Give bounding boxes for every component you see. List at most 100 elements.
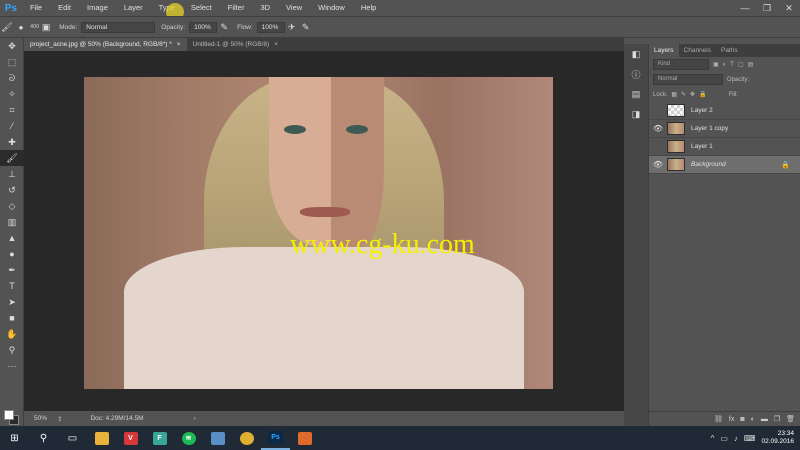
path-select-tool-icon[interactable]: ➤ xyxy=(0,294,24,310)
zoom-level[interactable]: 50% xyxy=(34,415,47,422)
export-icon[interactable]: ⇪ xyxy=(57,415,62,423)
brush-tool-icon[interactable]: 🖌 xyxy=(0,150,24,166)
tab-layers[interactable]: Layers xyxy=(649,44,679,57)
status-menu-chevron-icon[interactable]: › xyxy=(194,415,196,422)
app-orange-icon[interactable] xyxy=(290,426,319,450)
adjustments-panel-icon[interactable]: ▤ xyxy=(624,84,648,104)
network-icon[interactable]: ▭ xyxy=(720,434,728,443)
lasso-tool-icon[interactable]: ᘐ xyxy=(0,70,24,86)
eye-icon[interactable]: 👁 xyxy=(649,124,667,133)
healing-brush-tool-icon[interactable]: ✚ xyxy=(0,134,24,150)
tab-close-icon[interactable]: × xyxy=(274,38,278,51)
menu-3d[interactable]: 3D xyxy=(252,0,278,16)
adjustment-layer-icon[interactable]: ◐ xyxy=(751,416,755,423)
dodge-tool-icon[interactable]: ● xyxy=(0,246,24,262)
brush-preview-icon[interactable]: ● xyxy=(14,20,28,34)
search-icon[interactable]: ⚲ xyxy=(29,426,58,450)
menu-window[interactable]: Window xyxy=(310,0,353,16)
blur-tool-icon[interactable]: ▲ xyxy=(0,230,24,246)
photoshop-task-icon[interactable]: Ps xyxy=(261,426,290,450)
spotify-icon[interactable]: ≋ xyxy=(174,426,203,450)
clock[interactable]: 23:34 02.09.2016 xyxy=(761,430,794,446)
menu-layer[interactable]: Layer xyxy=(116,0,151,16)
brush-tool-preset-icon[interactable]: 🖌 xyxy=(0,20,14,34)
filter-smart-icon[interactable]: ▤ xyxy=(748,61,754,68)
eraser-tool-icon[interactable]: ◇ xyxy=(0,198,24,214)
tab-untitled-1[interactable]: Untitled-1 @ 50% (RGB/8) × xyxy=(187,38,284,51)
layer-row[interactable]: 👁 Layer 1 copy xyxy=(649,120,800,138)
clone-stamp-tool-icon[interactable]: ⊥ xyxy=(0,166,24,182)
rectangle-tool-icon[interactable]: ■ xyxy=(0,310,24,326)
properties-panel-icon[interactable]: ⓘ xyxy=(624,64,648,84)
lock-pixels-icon[interactable]: ▦ xyxy=(671,91,677,98)
menu-file[interactable]: File xyxy=(22,0,50,16)
layer-name[interactable]: Layer 2 xyxy=(691,107,713,114)
new-group-icon[interactable]: ▬ xyxy=(761,416,768,423)
crop-tool-icon[interactable]: ⌗ xyxy=(0,102,24,118)
pen-tool-icon[interactable]: ✒ xyxy=(0,262,24,278)
hand-tool-icon[interactable]: ✋ xyxy=(0,326,24,342)
filter-type-icon[interactable]: T xyxy=(730,62,734,68)
trash-icon[interactable]: 🗑 xyxy=(786,415,795,423)
filter-shape-icon[interactable]: ▢ xyxy=(738,61,744,68)
history-brush-tool-icon[interactable]: ↺ xyxy=(0,182,24,198)
file-explorer-icon[interactable] xyxy=(87,426,116,450)
vivaldi-icon[interactable]: V xyxy=(116,426,145,450)
move-tool-icon[interactable]: ✥ xyxy=(0,38,24,54)
windows-start-icon[interactable]: ⊞ xyxy=(0,426,29,450)
history-panel-icon[interactable]: ◧ xyxy=(624,44,648,64)
layer-name[interactable]: Layer 1 copy xyxy=(691,125,728,132)
menu-view[interactable]: View xyxy=(278,0,310,16)
mode-select[interactable]: Normal xyxy=(81,21,156,33)
eyedropper-tool-icon[interactable]: ⁄ xyxy=(0,118,24,134)
app-book-icon[interactable] xyxy=(203,426,232,450)
maximize-button[interactable]: ❐ xyxy=(756,0,778,16)
document-canvas[interactable]: www.cg-ku.com xyxy=(84,77,553,389)
filter-kind-select[interactable]: Kind xyxy=(653,59,709,70)
layer-name[interactable]: Background xyxy=(691,161,726,168)
link-layers-icon[interactable]: ⛓ xyxy=(714,415,723,423)
menu-select[interactable]: Select xyxy=(183,0,220,16)
lock-move-icon[interactable]: ✥ xyxy=(690,91,695,98)
volume-icon[interactable]: ♪ xyxy=(734,434,738,443)
app-f-icon[interactable]: F xyxy=(145,426,174,450)
pressure-opacity-icon[interactable]: ✎ xyxy=(217,20,231,34)
task-view-icon[interactable]: ▭ xyxy=(58,426,87,450)
foreground-color-swatch[interactable] xyxy=(4,410,14,420)
chrome-icon[interactable] xyxy=(232,426,261,450)
zoom-tool-icon[interactable]: ⚲ xyxy=(0,342,24,358)
menu-help[interactable]: Help xyxy=(353,0,384,16)
add-mask-icon[interactable]: ◙ xyxy=(740,416,744,423)
tab-paths[interactable]: Paths xyxy=(716,44,743,57)
filter-pixel-icon[interactable]: ▣ xyxy=(713,61,719,68)
close-button[interactable]: ✕ xyxy=(778,0,800,16)
minimize-button[interactable]: — xyxy=(734,0,756,16)
gradient-tool-icon[interactable]: ▥ xyxy=(0,214,24,230)
keyboard-icon[interactable]: ⌨ xyxy=(744,434,756,443)
chevron-up-icon[interactable]: ^ xyxy=(711,434,715,443)
flow-field[interactable]: 100% xyxy=(256,21,285,33)
more-tools-icon[interactable]: ··· xyxy=(0,358,24,374)
lock-all-icon[interactable]: 🔒 xyxy=(699,91,706,98)
new-layer-icon[interactable]: ❐ xyxy=(774,415,780,423)
marquee-tool-icon[interactable]: ⬚ xyxy=(0,54,24,70)
brush-panel-icon[interactable]: ▣ xyxy=(39,20,53,34)
opacity-field[interactable]: 100% xyxy=(189,21,218,33)
fx-button[interactable]: fx xyxy=(729,416,734,423)
menu-filter[interactable]: Filter xyxy=(220,0,253,16)
pressure-size-icon[interactable]: ✎ xyxy=(299,20,313,34)
tab-close-icon[interactable]: × xyxy=(177,38,181,51)
layer-row[interactable]: Layer 2 xyxy=(649,102,800,120)
menu-edit[interactable]: Edit xyxy=(50,0,79,16)
layer-row[interactable]: Layer 1 xyxy=(649,138,800,156)
tab-channels[interactable]: Channels xyxy=(679,44,716,57)
layer-name[interactable]: Layer 1 xyxy=(691,143,713,150)
eye-icon[interactable]: 👁 xyxy=(649,160,667,169)
type-tool-icon[interactable]: T xyxy=(0,278,24,294)
lock-paint-icon[interactable]: ✎ xyxy=(681,91,686,98)
quick-select-tool-icon[interactable]: ✧ xyxy=(0,86,24,102)
canvas-workspace[interactable]: www.cg-ku.com xyxy=(24,51,624,411)
airbrush-icon[interactable]: ✈ xyxy=(285,20,299,34)
styles-panel-icon[interactable]: ◨ xyxy=(624,104,648,124)
layer-row[interactable]: 👁 Background 🔒 xyxy=(649,156,800,174)
